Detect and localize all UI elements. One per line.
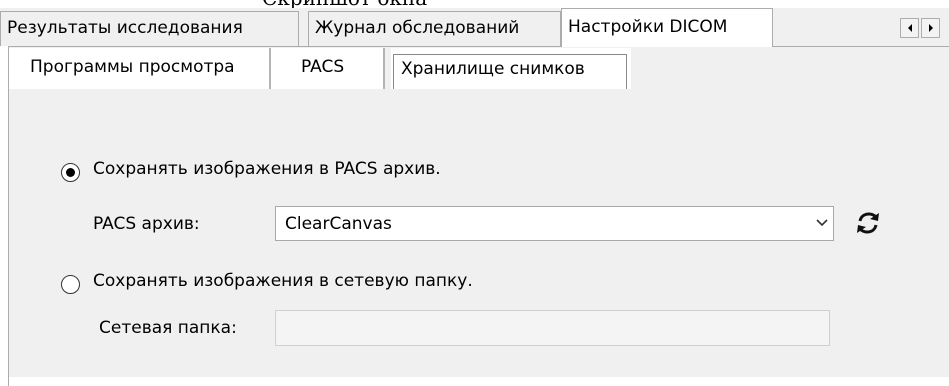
network-folder-label: Сетевая папка:	[99, 318, 237, 338]
radio-save-to-folder-label: Сохранять изображения в сетевую папку.	[93, 271, 473, 291]
radio-selected-dot	[66, 168, 75, 177]
tab-label: Настройки DICOM	[568, 17, 728, 37]
tab-dicom-settings[interactable]: Настройки DICOM	[561, 8, 773, 47]
chevron-right-icon	[928, 24, 933, 32]
subtab-label: PACS	[301, 57, 345, 77]
tab-exam-journal[interactable]: Журнал обследований	[308, 11, 561, 46]
tab-scroll-right-button[interactable]	[921, 18, 940, 38]
chevron-down-icon	[816, 219, 828, 227]
tab-label: Результаты исследования	[7, 18, 243, 38]
subtab-image-storage[interactable]: Хранилище снимков	[391, 48, 631, 89]
tab-research-results[interactable]: Результаты исследования	[0, 11, 299, 46]
radio-save-to-pacs[interactable]	[61, 163, 80, 182]
pacs-archive-label: PACS архив:	[93, 214, 200, 234]
refresh-icon[interactable]	[855, 210, 881, 236]
tab-scroll-left-button[interactable]	[900, 18, 919, 38]
subtab-label: Программы просмотра	[30, 57, 235, 77]
tab-label: Журнал обследований	[315, 18, 520, 38]
network-folder-input[interactable]	[275, 310, 830, 346]
radio-save-to-pacs-label: Сохранять изображения в PACS архив.	[93, 159, 441, 179]
pacs-archive-select[interactable]: ClearCanvas	[275, 206, 834, 241]
subtab-pacs[interactable]: PACS	[271, 48, 385, 89]
subtab-label: Хранилище снимков	[401, 59, 585, 79]
pacs-archive-value: ClearCanvas	[285, 214, 392, 234]
chevron-left-icon	[907, 24, 912, 32]
subtab-viewers[interactable]: Программы просмотра	[9, 48, 271, 89]
radio-save-to-folder[interactable]	[61, 275, 80, 294]
